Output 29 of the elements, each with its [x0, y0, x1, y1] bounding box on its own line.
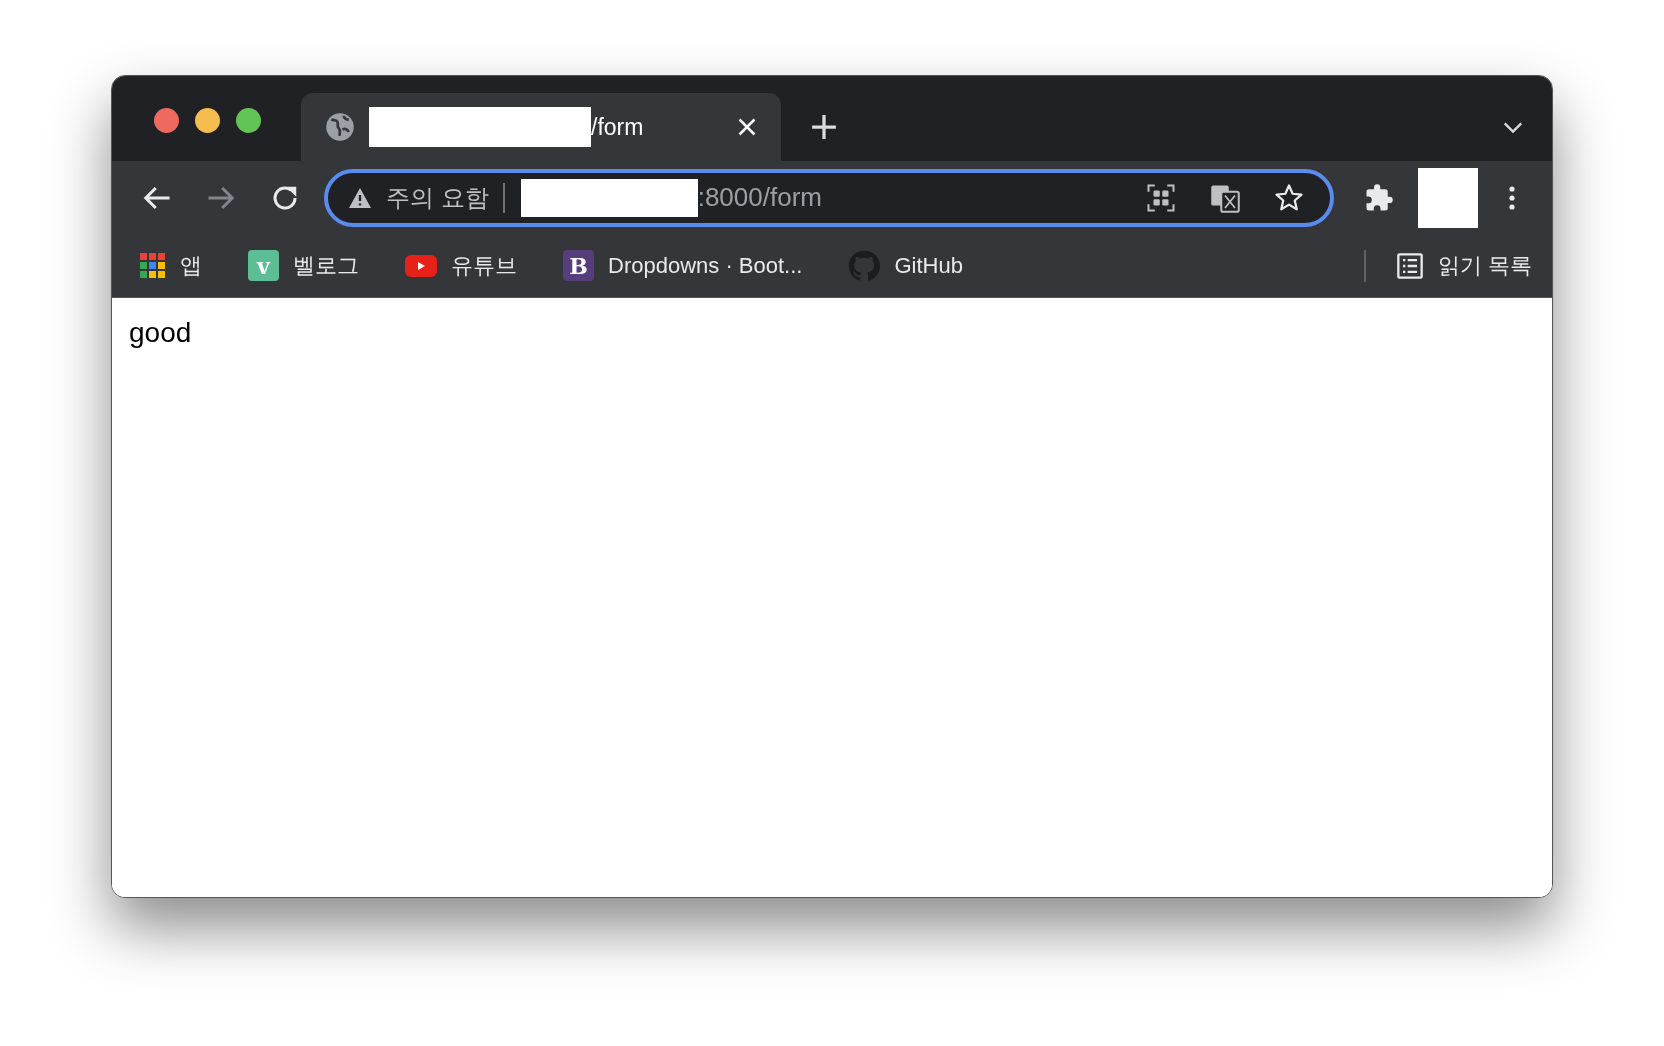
grid-icon[interactable]: [1146, 182, 1176, 213]
page-text: good: [129, 316, 193, 350]
browser-tab[interactable]: /form: [301, 93, 781, 161]
site-logo-icon: B: [563, 250, 594, 281]
reading-list-button[interactable]: 읽기 목록: [1395, 245, 1532, 286]
close-window-button[interactable]: [154, 108, 179, 133]
apps-grid-icon: [140, 252, 166, 279]
globe-icon: [325, 112, 355, 142]
site-logo-icon: v: [248, 250, 279, 281]
bookmark-item[interactable]: 앱: [132, 245, 210, 286]
address-bar[interactable]: 주의 요함 :8000/form: [324, 168, 1334, 227]
star-icon[interactable]: [1274, 182, 1304, 213]
tab-title: /form: [591, 112, 644, 142]
bookmark-item[interactable]: v 벨로그: [240, 245, 367, 286]
cat-silhouette-icon: [848, 249, 881, 282]
close-icon[interactable]: [737, 117, 757, 137]
url-text[interactable]: :8000/form: [697, 178, 822, 217]
bookmark-item[interactable]: B Dropdowns · Boot...: [555, 245, 811, 286]
bookmark-item[interactable]: GitHub: [840, 245, 971, 286]
puzzle-piece-icon[interactable]: [1364, 182, 1394, 213]
redacted-block: [1418, 167, 1478, 228]
bookmark-item[interactable]: 유튜브: [397, 245, 525, 286]
minimize-window-button[interactable]: [195, 108, 220, 133]
play-button-icon: [405, 254, 437, 277]
maximize-window-button[interactable]: [236, 108, 261, 133]
security-label[interactable]: 주의 요함: [386, 179, 489, 216]
list-icon: [1395, 251, 1424, 280]
plus-icon[interactable]: [811, 114, 837, 140]
more-menu-icon[interactable]: [1508, 184, 1516, 211]
